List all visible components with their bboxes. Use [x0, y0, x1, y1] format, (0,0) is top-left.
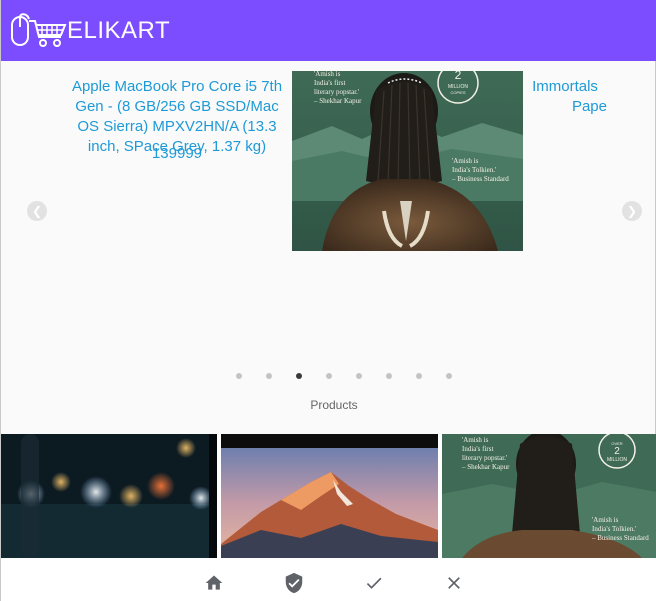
product-card-1[interactable]	[1, 434, 217, 558]
chevron-left-icon: ❮	[31, 204, 43, 218]
shield-check-icon	[285, 572, 303, 594]
product-image-mountain	[221, 434, 438, 558]
carousel-dot-6[interactable]	[386, 373, 392, 379]
carousel-dot-3[interactable]	[296, 373, 302, 379]
svg-text:'Amish is: 'Amish is	[314, 71, 341, 78]
carousel-dot-1[interactable]	[236, 373, 242, 379]
carousel-dot-2[interactable]	[266, 373, 272, 379]
carousel-dot-4[interactable]	[326, 373, 332, 379]
svg-text:India's Tolkien.': India's Tolkien.'	[452, 166, 496, 174]
svg-text:MILLION: MILLION	[607, 457, 627, 463]
svg-text:'Amish is: 'Amish is	[592, 516, 619, 524]
svg-text:India's Tolkien.': India's Tolkien.'	[592, 525, 636, 533]
carousel-item-price: 139999	[151, 145, 203, 162]
product-card-2[interactable]	[221, 434, 438, 558]
book-cover-image: 'Amish is India's first literary popstar…	[292, 71, 523, 251]
svg-text:literary popstar.': literary popstar.'	[462, 454, 507, 462]
carousel-next-button[interactable]: ❯	[622, 201, 642, 221]
svg-text:literary popstar.': literary popstar.'	[314, 88, 359, 96]
carousel-next-item-title[interactable]: Immortals Pape	[523, 77, 607, 117]
carousel-prev-button[interactable]: ❮	[27, 201, 47, 221]
nav-verified-button[interactable]	[282, 571, 306, 595]
svg-text:– Shekhar Kapur: – Shekhar Kapur	[313, 97, 362, 105]
nav-check-button[interactable]	[362, 571, 386, 595]
svg-text:India's first: India's first	[462, 445, 493, 453]
product-card-3[interactable]: 'Amish is India's first literary popstar…	[442, 434, 656, 558]
brand-name[interactable]: ELIKART	[67, 17, 170, 45]
svg-text:COPIES: COPIES	[450, 90, 465, 95]
svg-text:– Business Standard: – Business Standard	[591, 534, 649, 542]
product-image-book-cover: 'Amish is India's first literary popstar…	[442, 434, 656, 558]
nav-home-button[interactable]	[202, 571, 226, 595]
product-image-bokeh	[1, 434, 217, 558]
check-icon	[366, 577, 382, 589]
products-strip: 'Amish is India's first literary popstar…	[1, 434, 656, 558]
svg-text:2: 2	[455, 71, 462, 82]
svg-text:'Amish is: 'Amish is	[462, 436, 489, 444]
carousel-pagination	[1, 371, 656, 381]
shopping-cart-mouse-icon[interactable]	[9, 11, 69, 51]
carousel-dot-8[interactable]	[446, 373, 452, 379]
featured-carousel[interactable]: Apple MacBook Pro Core i5 7th Gen - (8 G…	[1, 61, 656, 403]
bottom-navigation	[1, 558, 656, 601]
carousel-dot-5[interactable]	[356, 373, 362, 379]
svg-text:India's first: India's first	[314, 79, 345, 87]
close-icon	[448, 577, 460, 589]
app-header: ELIKART	[1, 0, 656, 61]
svg-text:2: 2	[614, 446, 620, 457]
svg-text:– Business Standard: – Business Standard	[451, 175, 509, 183]
carousel-dot-7[interactable]	[416, 373, 422, 379]
svg-text:'Amish is: 'Amish is	[452, 157, 479, 165]
carousel-item-image[interactable]: 'Amish is India's first literary popstar…	[292, 71, 523, 251]
home-icon	[205, 575, 223, 590]
chevron-right-icon: ❯	[626, 204, 638, 218]
nav-close-button[interactable]	[442, 571, 466, 595]
svg-text:– Shekhar Kapur: – Shekhar Kapur	[461, 463, 510, 471]
app-window: ELIKART Apple MacBook Pro Core i5 7th Ge…	[0, 0, 656, 601]
products-section-title: Products	[310, 398, 358, 412]
